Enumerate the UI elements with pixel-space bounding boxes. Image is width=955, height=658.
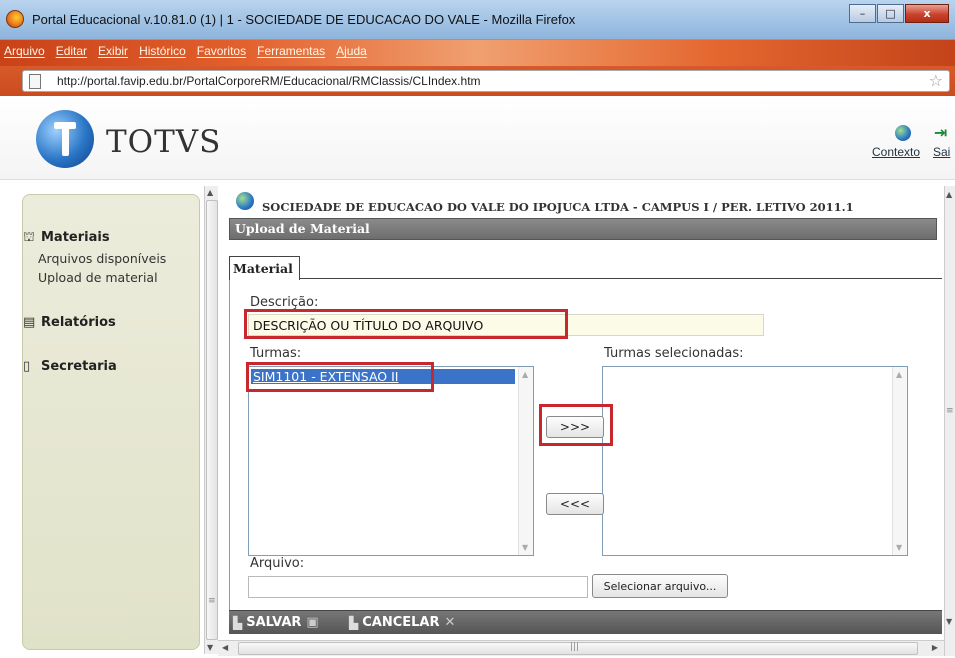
chart-icon: ▙ bbox=[233, 615, 243, 630]
menu-ferramentas[interactable]: Ferramentas bbox=[257, 44, 325, 58]
totvs-logo-icon bbox=[36, 110, 94, 168]
report-icon: ▤ bbox=[23, 314, 36, 330]
scroll-down-icon[interactable]: ▼ bbox=[207, 643, 213, 652]
save-label[interactable]: SALVAR bbox=[246, 615, 301, 630]
tab-divider bbox=[299, 278, 942, 279]
save-button[interactable]: ▙ SALVAR ▣ bbox=[233, 615, 319, 630]
firefox-icon bbox=[6, 10, 24, 28]
section-title: Upload de Material bbox=[235, 221, 370, 236]
sidebar-group-label[interactable]: Relatórios bbox=[41, 315, 116, 330]
tab-body-border bbox=[229, 280, 230, 610]
chart-icon: ▙ bbox=[349, 615, 359, 630]
menu-exibir[interactable]: Exibir bbox=[98, 44, 128, 58]
scroll-up-icon[interactable]: ▲ bbox=[522, 370, 528, 379]
page-icon bbox=[29, 74, 41, 89]
globe-icon bbox=[236, 192, 254, 210]
descricao-label: Descrição: bbox=[250, 295, 319, 310]
scroll-left-icon[interactable]: ◀ bbox=[222, 643, 228, 652]
menubar: Arquivo Editar Exibir Histórico Favorito… bbox=[0, 40, 955, 66]
list-scrollbar[interactable]: ▲ ▼ bbox=[518, 367, 533, 555]
sidebar-scrollbar[interactable]: ▲ ≡ ▼ bbox=[204, 186, 218, 654]
menu-editar[interactable]: Editar bbox=[56, 44, 87, 58]
contexto-link[interactable]: Contexto bbox=[872, 145, 920, 159]
scroll-up-icon[interactable]: ▲ bbox=[207, 188, 213, 197]
address-url[interactable]: http://portal.favip.edu.br/PortalCorpore… bbox=[57, 74, 481, 88]
window-titlebar: Portal Educacional v.10.81.0 (1) | 1 - S… bbox=[0, 0, 955, 40]
highlight-box bbox=[246, 362, 434, 392]
menu-historico[interactable]: Histórico bbox=[139, 44, 186, 58]
clipboard-icon: ▯ bbox=[23, 358, 31, 374]
grip-icon: ||| bbox=[570, 642, 580, 652]
menu-ajuda[interactable]: Ajuda bbox=[336, 44, 367, 58]
sidebar: ⛫ Materiais Arquivos disponíveis Upload … bbox=[22, 194, 200, 650]
scroll-up-icon[interactable]: ▲ bbox=[896, 370, 902, 379]
scroll-down-icon[interactable]: ▼ bbox=[946, 617, 952, 626]
arquivo-field[interactable] bbox=[248, 576, 588, 598]
briefcase-icon: ⛫ bbox=[23, 229, 35, 245]
scroll-down-icon[interactable]: ▼ bbox=[896, 543, 902, 552]
exit-icon[interactable]: ⇥ bbox=[934, 123, 954, 142]
maximize-button[interactable]: □ bbox=[877, 4, 904, 23]
logo-text: TOTVS bbox=[106, 124, 222, 160]
sidebar-group-secretaria[interactable]: ▯ Secretaria bbox=[23, 359, 117, 374]
sidebar-group-label[interactable]: Materiais bbox=[41, 230, 110, 245]
select-file-button[interactable]: Selecionar arquivo... bbox=[592, 574, 728, 598]
turmas-selecionadas-label: Turmas selecionadas: bbox=[604, 346, 744, 361]
sidebar-group-label[interactable]: Secretaria bbox=[41, 359, 117, 374]
grip-icon: ≡ bbox=[208, 596, 216, 606]
sidebar-group-materiais[interactable]: ⛫ Materiais bbox=[23, 230, 110, 245]
tab-label[interactable]: Material bbox=[233, 261, 293, 276]
section-header: Upload de Material bbox=[229, 218, 937, 240]
main-scrollbar[interactable]: ▲ ≡ ▼ bbox=[944, 186, 955, 656]
address-bar[interactable]: http://portal.favip.edu.br/PortalCorpore… bbox=[22, 70, 950, 92]
action-bar: ▙ SALVAR ▣ ▙ CANCELAR ✕ bbox=[229, 610, 942, 634]
app-header: TOTVS bbox=[0, 96, 955, 180]
tab-material[interactable]: Material bbox=[229, 256, 300, 280]
menu-arquivo[interactable]: Arquivo bbox=[4, 44, 45, 58]
minimize-button[interactable]: – bbox=[849, 4, 876, 23]
turmas-selecionadas-list[interactable]: ▲ ▼ bbox=[602, 366, 908, 556]
scrollbar-thumb[interactable] bbox=[206, 200, 218, 640]
scroll-right-icon[interactable]: ▶ bbox=[932, 643, 938, 652]
bookmark-star-icon[interactable]: ☆ bbox=[929, 71, 943, 90]
remove-turma-button[interactable]: <<< bbox=[546, 493, 604, 515]
navigation-bar: http://portal.favip.edu.br/PortalCorpore… bbox=[0, 66, 955, 96]
close-button[interactable]: x bbox=[905, 4, 949, 23]
globe-icon[interactable] bbox=[895, 125, 911, 141]
close-icon: ✕ bbox=[444, 615, 456, 630]
sidebar-item-arquivos[interactable]: Arquivos disponíveis bbox=[38, 251, 166, 266]
turmas-label: Turmas: bbox=[250, 346, 302, 361]
sidebar-group-relatorios[interactable]: ▤ Relatórios bbox=[23, 315, 116, 330]
turmas-list[interactable]: SIM1101 - EXTENSAO II ▲ ▼ bbox=[248, 366, 534, 556]
cancel-label[interactable]: CANCELAR bbox=[362, 615, 439, 630]
scroll-down-icon[interactable]: ▼ bbox=[522, 543, 528, 552]
scroll-up-icon[interactable]: ▲ bbox=[946, 190, 952, 199]
floppy-icon: ▣ bbox=[306, 615, 319, 630]
organization-line: SOCIEDADE DE EDUCACAO DO VALE DO IPOJUCA… bbox=[262, 200, 854, 214]
window-controls: – □ x bbox=[848, 4, 949, 23]
highlight-box bbox=[244, 309, 568, 339]
cancel-button[interactable]: ▙ CANCELAR ✕ bbox=[349, 615, 455, 630]
menu-favoritos[interactable]: Favoritos bbox=[197, 44, 246, 58]
window-title: Portal Educacional v.10.81.0 (1) | 1 - S… bbox=[32, 12, 576, 27]
arquivo-label: Arquivo: bbox=[250, 556, 305, 571]
horizontal-scrollbar[interactable]: ◀ ||| ▶ bbox=[218, 640, 944, 656]
sidebar-item-upload[interactable]: Upload de material bbox=[38, 270, 158, 285]
sair-link[interactable]: Sai bbox=[933, 145, 950, 159]
grip-icon: ≡ bbox=[946, 406, 954, 416]
highlight-box bbox=[539, 404, 613, 446]
list-scrollbar[interactable]: ▲ ▼ bbox=[892, 367, 907, 555]
